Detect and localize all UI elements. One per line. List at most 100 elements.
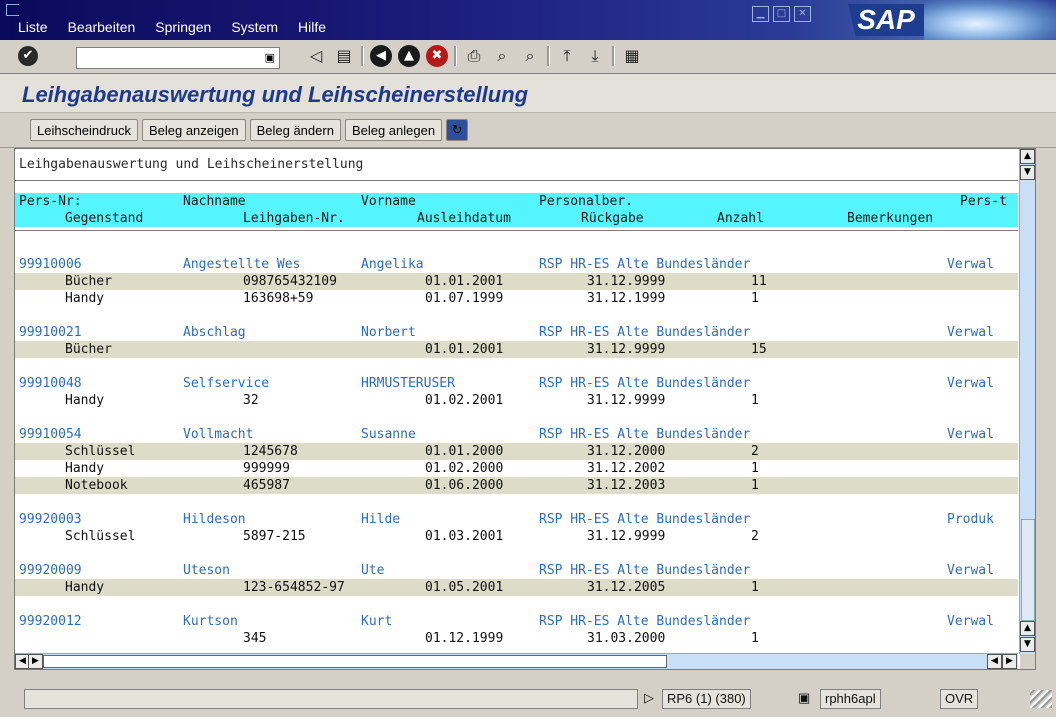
loan-anzahl: 1 bbox=[751, 478, 759, 493]
col-header-bemerkungen: Bemerkungen bbox=[847, 211, 934, 226]
layout-icon[interactable]: ▦ bbox=[621, 45, 643, 67]
loan-item-row[interactable]: Handy 163698+59 01.07.1999 31.12.1999 1 bbox=[15, 290, 1018, 307]
maximize-icon[interactable]: □ bbox=[773, 6, 790, 22]
loan-anzahl: 1 bbox=[751, 631, 759, 646]
loan-anzahl: 1 bbox=[751, 393, 759, 408]
resize-grip[interactable] bbox=[1030, 690, 1052, 708]
window-controls: ▁ □ ✕ bbox=[752, 6, 811, 22]
print-icon[interactable]: ⎙ bbox=[463, 45, 485, 67]
loan-anzahl: 2 bbox=[751, 444, 759, 459]
green-back-icon[interactable]: ◀ bbox=[370, 45, 392, 67]
cancel-icon[interactable]: ✖ bbox=[426, 45, 448, 67]
toolbar-icons: ◁ ▤ ◀ ▲ ✖ ⎙ ⌕ ⌕ ⤒ ⤓ ▦ bbox=[305, 45, 643, 67]
loan-item-row[interactable]: Notebook 465987 01.06.2000 31.12.2003 1 bbox=[15, 477, 1018, 494]
loan-ausleih: 01.01.2000 bbox=[425, 444, 504, 459]
beleg-anzeigen-button[interactable]: Beleg anzeigen bbox=[141, 119, 246, 141]
save-icon[interactable]: ▤ bbox=[333, 45, 355, 67]
menu-hilfe[interactable]: Hilfe bbox=[298, 19, 326, 35]
scroll-down-icon[interactable]: ▼ bbox=[1020, 165, 1035, 180]
loan-nr: 163698+59 bbox=[243, 291, 314, 306]
divider bbox=[15, 180, 1018, 181]
menu-system[interactable]: System bbox=[231, 19, 278, 35]
find-next-icon[interactable]: ⌕ bbox=[519, 45, 541, 67]
screen-title-bar: Leihgabenauswertung und Leihscheinerstel… bbox=[0, 74, 1056, 113]
employee-row[interactable]: 99910054 Vollmacht Susanne RSP HR-ES Alte B… bbox=[15, 426, 1018, 443]
menu-springen[interactable]: Springen bbox=[155, 19, 211, 35]
title-menu-bar: Liste Bearbeiten Springen System Hilfe ▁… bbox=[0, 0, 1056, 40]
refresh-icon[interactable]: ↻ bbox=[446, 119, 469, 141]
employee-persnr: 99910006 bbox=[19, 257, 82, 272]
beleg-aendern-button[interactable]: Beleg ändern bbox=[249, 119, 341, 141]
employee-perst: Verwal bbox=[947, 427, 994, 442]
employee-personalber: RSP HR-ES Alte Bundesländer bbox=[539, 614, 751, 629]
loan-item-row[interactable]: Bücher 01.01.2001 31.12.9999 15 bbox=[15, 341, 1018, 358]
loan-rueck: 31.12.2005 bbox=[587, 580, 666, 595]
loan-item-row[interactable]: Schlüssel 5897-215 01.03.2001 31.12.9999 2 bbox=[15, 528, 1018, 545]
horizontal-scroll-thumb[interactable] bbox=[43, 655, 667, 668]
scroll-corner bbox=[1020, 654, 1035, 669]
find-icon[interactable]: ⌕ bbox=[491, 45, 513, 67]
loan-item-row[interactable]: Handy 32 01.02.2001 31.12.9999 1 bbox=[15, 392, 1018, 409]
loan-item-row[interactable]: Handy 999999 01.02.2000 31.12.2002 1 bbox=[15, 460, 1018, 477]
command-field[interactable]: ▣ bbox=[76, 47, 280, 69]
employee-row[interactable]: 99920009 Uteson Ute RSP HR-ES Alte Bundeslä… bbox=[15, 562, 1018, 579]
loan-item-row[interactable]: 345 01.12.1999 31.03.2000 1 bbox=[15, 630, 1018, 647]
loan-anzahl: 2 bbox=[751, 529, 759, 544]
first-page-icon[interactable]: ⤒ bbox=[556, 45, 578, 67]
command-input[interactable] bbox=[77, 50, 265, 68]
horizontal-scrollbar[interactable]: ◀ ▶ ◀ ▶ bbox=[15, 653, 1018, 669]
scroll-right-icon[interactable]: ▶ bbox=[1002, 654, 1017, 669]
sap-logo: SAP bbox=[848, 4, 924, 36]
beleg-anlegen-button[interactable]: Beleg anlegen bbox=[344, 119, 443, 141]
close-icon[interactable]: ✕ bbox=[794, 6, 811, 22]
employee-perst: Verwal bbox=[947, 257, 994, 272]
loan-ausleih: 01.02.2000 bbox=[425, 461, 504, 476]
list-container: Leihgabenauswertung und Leihscheinerstel… bbox=[14, 148, 1036, 670]
loan-nr: 1245678 bbox=[243, 444, 298, 459]
scroll-up-icon[interactable]: ▲ bbox=[1020, 149, 1035, 164]
loan-anzahl: 1 bbox=[751, 291, 759, 306]
employee-nachname: Abschlag bbox=[183, 325, 246, 340]
status-screen-icon[interactable]: ▣ bbox=[794, 689, 814, 707]
loan-gegenstand: Handy bbox=[65, 461, 105, 476]
toolbar-separator bbox=[547, 46, 550, 66]
menu-bearbeiten[interactable]: Bearbeiten bbox=[68, 19, 136, 35]
loan-item-row[interactable]: Bücher 098765432109 01.01.2001 31.12.9999 11 bbox=[15, 273, 1018, 290]
loan-gegenstand: Bücher bbox=[65, 342, 112, 357]
scroll-down-icon[interactable]: ▼ bbox=[1020, 637, 1035, 652]
list-heading-text: Leihgabenauswertung und Leihscheinerstel… bbox=[19, 157, 364, 172]
employee-perst: Verwal bbox=[947, 614, 994, 629]
status-expand-icon[interactable]: ▷ bbox=[640, 689, 658, 707]
employee-row[interactable]: 99910006 Angestellte Wes Angelika RSP HR-ES… bbox=[15, 256, 1018, 273]
scroll-right-icon[interactable]: ▶ bbox=[28, 654, 43, 669]
scroll-left-icon[interactable]: ◀ bbox=[987, 654, 1002, 669]
employee-row[interactable]: 99910048 Selfservice HRMUSTERUSER RSP HR-ES… bbox=[15, 375, 1018, 392]
employee-personalber: RSP HR-ES Alte Bundesländer bbox=[539, 512, 751, 527]
exit-icon[interactable]: ▲ bbox=[398, 45, 420, 67]
employee-row[interactable]: 99910021 Abschlag Norbert RSP HR-ES Alte Bu… bbox=[15, 324, 1018, 341]
employee-row[interactable]: 99920003 Hildeson Hilde RSP HR-ES Alte Bund… bbox=[15, 511, 1018, 528]
loan-item-row[interactable]: Schlüssel 1245678 01.01.2000 31.12.2000 2 bbox=[15, 443, 1018, 460]
employee-row[interactable]: 99920012 Kurtson Kurt RSP HR-ES Alte Bundes… bbox=[15, 613, 1018, 630]
loan-item-row[interactable]: Handy 123-654852-97 01.05.2001 31.12.2005 1 bbox=[15, 579, 1018, 596]
loan-gegenstand: Bücher bbox=[65, 274, 112, 289]
vertical-scroll-thumb[interactable] bbox=[1021, 519, 1035, 621]
last-page-icon[interactable]: ⤓ bbox=[584, 45, 606, 67]
leihscheindruck-button[interactable]: Leihscheindruck bbox=[30, 119, 138, 141]
command-history-icon[interactable]: ▣ bbox=[265, 51, 275, 64]
status-system: RP6 (1) (380) bbox=[662, 689, 751, 709]
back-icon[interactable]: ◁ bbox=[305, 45, 327, 67]
col-header-perst: Pers-t bbox=[960, 194, 1007, 209]
loan-gegenstand: Notebook bbox=[65, 478, 128, 493]
system-menu-icon[interactable] bbox=[6, 4, 19, 16]
employee-personalber: RSP HR-ES Alte Bundesländer bbox=[539, 376, 751, 391]
employee-personalber: RSP HR-ES Alte Bundesländer bbox=[539, 257, 751, 272]
loan-nr: 465987 bbox=[243, 478, 290, 493]
enter-check-icon[interactable]: ✔ bbox=[18, 46, 38, 66]
vertical-scrollbar[interactable]: ▲ ▼ ▲ ▼ bbox=[1019, 149, 1035, 654]
employee-nachname: Vollmacht bbox=[183, 427, 254, 442]
minimize-icon[interactable]: ▁ bbox=[752, 6, 769, 22]
menu-bar: Liste Bearbeiten Springen System Hilfe bbox=[18, 19, 326, 35]
scroll-up-icon[interactable]: ▲ bbox=[1020, 621, 1035, 636]
menu-liste[interactable]: Liste bbox=[18, 19, 48, 35]
